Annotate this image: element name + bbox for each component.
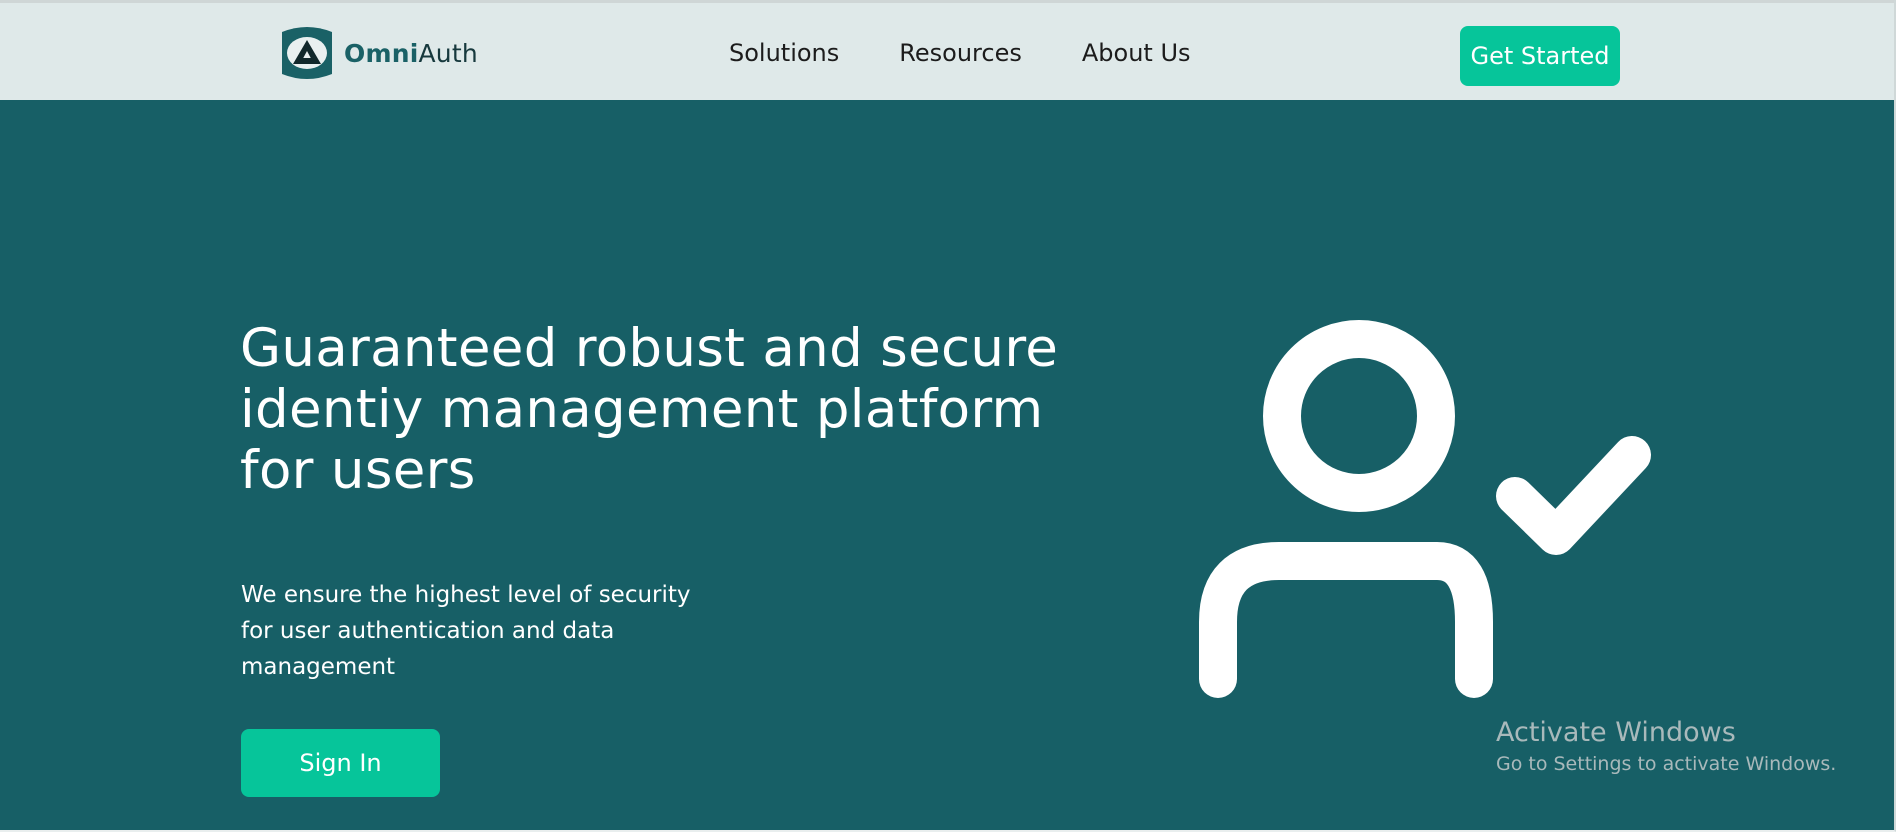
watermark-subtitle: Go to Settings to activate Windows. [1496, 753, 1837, 775]
top-navbar: OmniAuth Solutions Resources About Us Ge… [0, 0, 1894, 100]
hero-subtext: We ensure the highest level of security … [241, 582, 691, 680]
brand-name-bold: Omni [344, 38, 419, 68]
sign-in-button[interactable]: Sign In [241, 729, 440, 797]
get-started-button[interactable]: Get Started [1460, 26, 1620, 86]
hero-section: Guaranteed robust and secure identiy man… [0, 100, 1894, 830]
main-nav: Solutions Resources About Us [729, 3, 1191, 103]
nav-resources[interactable]: Resources [899, 39, 1022, 67]
brand-logo[interactable]: OmniAuth [278, 25, 478, 81]
omniauth-logo-icon [282, 27, 332, 79]
brand-name: OmniAuth [344, 39, 478, 68]
user-check-icon [1199, 320, 1651, 698]
nav-about-us[interactable]: About Us [1082, 39, 1191, 67]
page: OmniAuth Solutions Resources About Us Ge… [0, 0, 1896, 832]
watermark-title: Activate Windows [1496, 717, 1736, 748]
hero-headline: Guaranteed robust and secure identiy man… [240, 318, 1059, 501]
brand-name-regular: Auth [418, 38, 478, 68]
nav-solutions[interactable]: Solutions [729, 39, 839, 67]
activate-windows-watermark: Activate Windows Go to Settings to activ… [1496, 715, 1836, 777]
